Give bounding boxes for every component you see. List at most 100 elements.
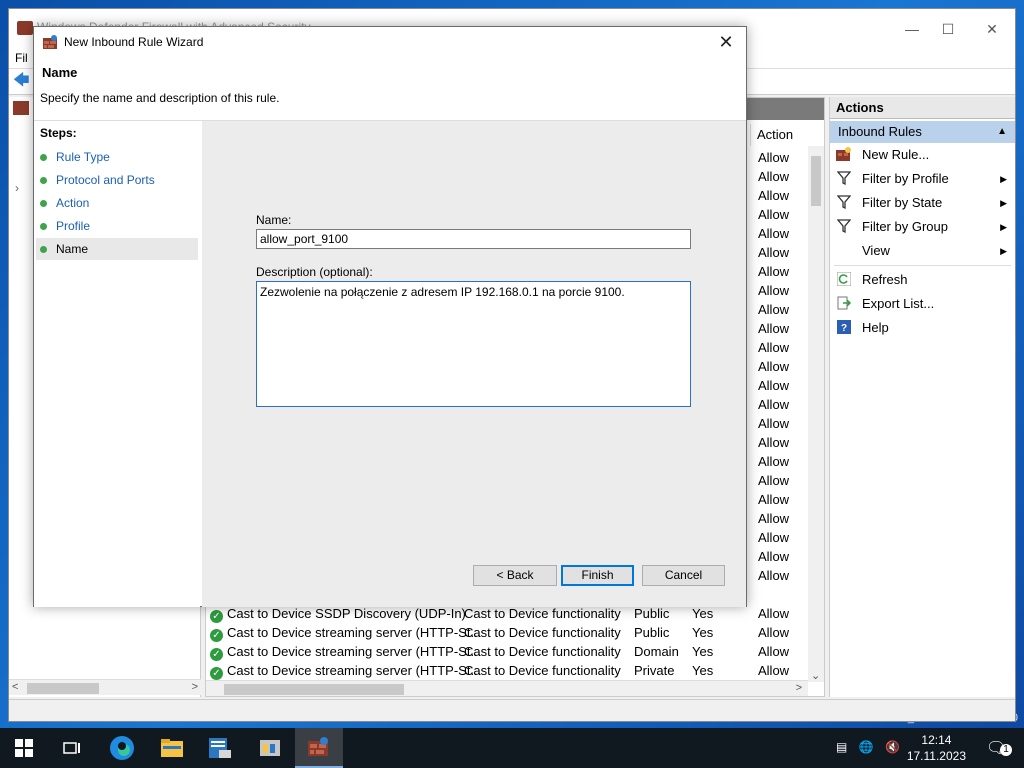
rule-enabled: Yes <box>692 663 714 678</box>
action-cell: Allow <box>758 397 790 412</box>
action-refresh[interactable]: Refresh <box>830 268 1015 292</box>
scroll-right-icon[interactable]: > <box>796 682 802 694</box>
action-view[interactable]: View ▶ <box>830 239 1015 263</box>
tree-horizontal-scrollbar[interactable]: < > <box>9 679 201 695</box>
step-rule-type[interactable]: Rule Type <box>36 146 198 168</box>
help-icon: ? <box>836 320 852 336</box>
minimize-icon[interactable]: — <box>897 21 927 37</box>
steps-title: Steps: <box>40 126 77 140</box>
list-horizontal-scrollbar[interactable]: > <box>206 680 808 696</box>
scroll-thumb[interactable] <box>811 156 821 206</box>
taskbar: ▤ 🌐 🔇 12:14 17.11.2023 🗨 1 <box>0 728 1024 768</box>
step-action[interactable]: Action <box>36 192 198 214</box>
action-cell: Allow <box>758 492 790 507</box>
table-row[interactable]: ✓ Cast to Device streaming server (HTTP-S… <box>210 642 810 661</box>
action-label: Filter by State <box>862 195 943 210</box>
maximize-icon[interactable]: ☐ <box>933 21 963 38</box>
step-profile[interactable]: Profile <box>36 215 198 237</box>
table-row[interactable]: ✓ Cast to Device streaming server (HTTP-S… <box>210 661 810 680</box>
rule-profile: Private <box>634 663 675 678</box>
finish-button[interactable]: Finish <box>561 565 634 586</box>
scroll-thumb[interactable] <box>27 683 99 694</box>
edge-browser-button[interactable] <box>98 728 146 768</box>
step-protocol-and-ports[interactable]: Protocol and Ports <box>36 169 198 191</box>
scroll-down-icon[interactable]: ⌄ <box>811 669 820 682</box>
action-cell: Allow <box>758 207 790 222</box>
rule-profile: Public <box>634 625 670 640</box>
action-label: Refresh <box>862 272 908 287</box>
network-icon[interactable]: ▤ <box>836 740 847 754</box>
back-button[interactable]: < Back <box>473 565 557 586</box>
action-cell: Allow <box>758 511 790 526</box>
back-arrow-icon[interactable]: 🡄 <box>13 73 31 89</box>
action-label: Filter by Group <box>862 219 948 234</box>
server-manager-button[interactable] <box>196 728 244 768</box>
action-cell: Allow <box>758 283 790 298</box>
action-new-rule[interactable]: New Rule... <box>830 143 1015 167</box>
task-view-button[interactable] <box>48 728 96 768</box>
actions-section-inbound-rules[interactable]: Inbound Rules ▲ <box>830 121 1015 143</box>
refresh-icon <box>836 271 852 288</box>
chevron-right-icon[interactable]: › <box>15 181 19 195</box>
dialog-titlebar[interactable]: New Inbound Rule Wizard ✕ <box>34 27 746 57</box>
task-view-icon <box>63 742 80 754</box>
menu-file[interactable]: Fil <box>15 51 28 65</box>
action-cell: Allow <box>758 188 790 203</box>
firewall-taskbar-button[interactable] <box>295 728 343 768</box>
section-label: Inbound Rules <box>838 124 922 139</box>
action-cell: Allow <box>758 169 790 184</box>
action-cell: Allow <box>758 264 790 279</box>
clock-date: 17.11.2023 <box>906 749 966 763</box>
action-help[interactable]: ? Help <box>830 316 1015 340</box>
admin-tools-icon <box>260 740 280 756</box>
steps-panel: Steps: Rule Type Protocol and Ports Acti… <box>34 121 200 607</box>
action-label: Help <box>862 320 889 335</box>
step-dot-icon <box>40 246 47 253</box>
tray-icons: ▤ 🌐 🔇 <box>836 740 900 768</box>
close-icon[interactable]: ✕ <box>714 31 738 53</box>
firewall-icon <box>43 35 57 49</box>
step-label: Profile <box>56 219 91 233</box>
action-label: View <box>862 243 890 258</box>
start-button[interactable] <box>0 728 48 768</box>
list-vertical-scrollbar[interactable]: ⌄ <box>808 146 824 682</box>
action-filter-by-group[interactable]: Filter by Group ▶ <box>830 215 1015 239</box>
scroll-left-icon[interactable]: < <box>12 681 18 693</box>
filter-icon <box>836 171 852 187</box>
actions-pane: Actions Inbound Rules ▲ New Rule... Filte… <box>829 97 1015 697</box>
enabled-check-icon: ✓ <box>210 629 223 642</box>
rule-action: Allow <box>758 663 790 678</box>
admin-tools-button[interactable] <box>246 728 294 768</box>
notification-center-icon[interactable]: 🗨 1 <box>986 738 1012 758</box>
action-label: Export List... <box>862 296 935 311</box>
action-filter-by-profile[interactable]: Filter by Profile ▶ <box>830 167 1015 191</box>
rule-action: Allow <box>758 625 790 640</box>
clock[interactable]: 12:14 17.11.2023 <box>907 732 966 764</box>
close-window-icon[interactable]: ✕ <box>977 21 1007 38</box>
firewall-node-icon[interactable] <box>13 101 29 115</box>
scroll-right-icon[interactable]: > <box>192 681 198 693</box>
svg-text:?: ? <box>841 323 847 334</box>
step-label: Rule Type <box>56 150 110 164</box>
rule-name: Cast to Device SSDP Discovery (UDP-In) <box>227 606 466 621</box>
action-cell: Allow <box>758 473 790 488</box>
action-filter-by-state[interactable]: Filter by State ▶ <box>830 191 1015 215</box>
table-row[interactable]: ✓ Cast to Device streaming server (HTTP-S… <box>210 623 810 642</box>
speaker-muted-icon[interactable]: 🔇 <box>885 740 900 754</box>
column-header-action[interactable]: Action <box>750 124 808 146</box>
rule-group: Cast to Device functionality <box>464 644 621 659</box>
scroll-thumb[interactable] <box>224 684 404 695</box>
filter-icon <box>836 219 852 235</box>
description-field[interactable]: Zezwolenie na połączenie z adresem IP 19… <box>256 281 691 407</box>
action-cell: Allow <box>758 302 790 317</box>
cancel-button[interactable]: Cancel <box>642 565 725 586</box>
language-icon[interactable]: 🌐 <box>859 740 874 754</box>
step-dot-icon <box>40 200 47 207</box>
file-explorer-button[interactable] <box>148 728 196 768</box>
action-export-list[interactable]: Export List... <box>830 292 1015 316</box>
filter-icon <box>836 195 852 211</box>
actions-title: Actions <box>830 97 1015 119</box>
folder-icon <box>161 739 183 757</box>
collapse-icon[interactable]: ▲ <box>997 121 1007 143</box>
name-field[interactable]: allow_port_9100 <box>256 229 691 249</box>
